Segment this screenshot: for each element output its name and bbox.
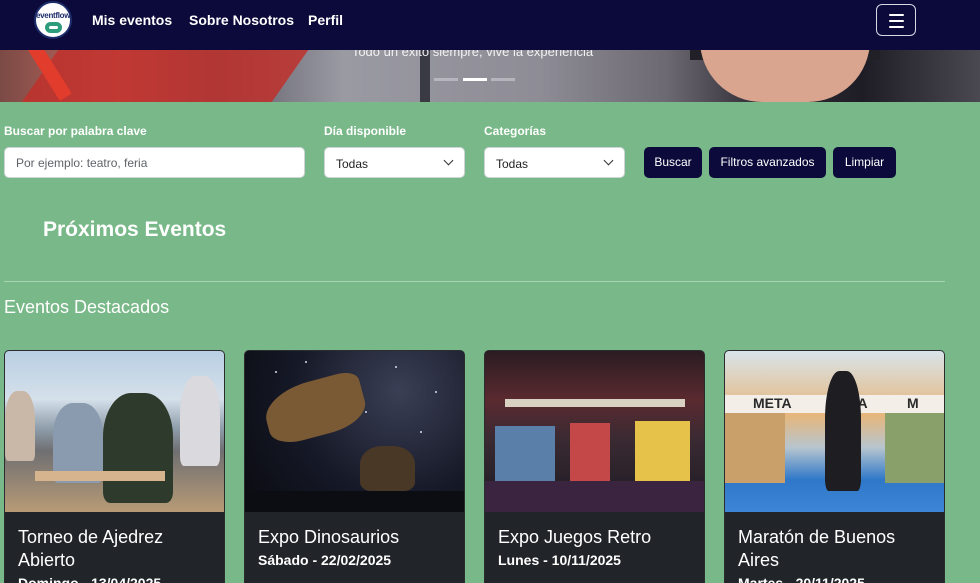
- clear-button[interactable]: Limpiar: [833, 147, 896, 178]
- eventflow-logo[interactable]: eventflow: [34, 1, 72, 39]
- category-label: Categorías: [484, 124, 547, 138]
- hamburger-icon-bar: [889, 20, 904, 22]
- upcoming-events-title: Próximos Eventos: [43, 218, 227, 241]
- event-title: Expo Juegos Retro: [498, 527, 652, 547]
- hero-caption: Todo un éxito siempre, vive la experienc…: [351, 50, 594, 59]
- search-button[interactable]: Buscar: [644, 147, 702, 178]
- keyword-search-input[interactable]: [4, 147, 305, 178]
- nav-link-perfil[interactable]: Perfil: [308, 12, 343, 28]
- event-date: Lunes - 10/11/2025: [498, 552, 621, 568]
- logo-text: eventflow: [36, 11, 71, 20]
- carousel-indicator-2[interactable]: [463, 78, 487, 81]
- carousel-indicator-1[interactable]: [434, 78, 458, 81]
- carousel-indicator-3[interactable]: [491, 78, 515, 81]
- chevron-down-icon: [443, 155, 454, 166]
- day-select-value: Todas: [336, 157, 369, 171]
- category-select[interactable]: Todas: [484, 147, 625, 178]
- menu-toggle-button[interactable]: [876, 4, 916, 36]
- event-image-chess: [5, 351, 224, 512]
- featured-events-title: Eventos Destacados: [4, 297, 170, 317]
- logo-mark-icon: [45, 22, 62, 33]
- event-date: Martes - 20/11/2025: [738, 575, 865, 583]
- event-title: Torneo de Ajedrez Abierto: [18, 527, 164, 570]
- category-select-value: Todas: [496, 157, 529, 171]
- banner-text: META: [753, 395, 792, 411]
- event-card[interactable]: META META M Maratón de Buenos Aires Mart…: [724, 350, 945, 583]
- advanced-filters-button[interactable]: Filtros avanzados: [709, 147, 826, 178]
- section-divider: [4, 281, 945, 282]
- keyword-label: Buscar por palabra clave: [4, 124, 147, 138]
- event-card[interactable]: Expo Juegos Retro Lunes - 10/11/2025: [484, 350, 705, 583]
- hamburger-icon: [889, 14, 904, 16]
- chevron-down-icon: [603, 155, 614, 166]
- event-date: Domingo - 13/04/2025: [18, 575, 162, 583]
- nav-link-mis-eventos[interactable]: Mis eventos: [92, 12, 172, 28]
- event-image-arcade: [485, 351, 704, 512]
- hamburger-icon-bar: [889, 26, 904, 28]
- banner-text: M: [907, 395, 919, 411]
- navbar: eventflow Mis eventos Sobre Nosotros Per…: [0, 0, 980, 50]
- event-title: Expo Dinosaurios: [258, 527, 400, 547]
- event-image-dinosaurs: [245, 351, 464, 512]
- day-label: Día disponible: [324, 124, 407, 138]
- event-card[interactable]: Torneo de Ajedrez Abierto Domingo - 13/0…: [4, 350, 225, 583]
- event-title: Maratón de Buenos Aires: [738, 527, 896, 570]
- hero-carousel[interactable]: Todo un éxito siempre, vive la experienc…: [0, 50, 980, 102]
- nav-link-sobre-nosotros[interactable]: Sobre Nosotros: [189, 12, 294, 28]
- event-card[interactable]: Expo Dinosaurios Sábado - 22/02/2025: [244, 350, 465, 583]
- day-select[interactable]: Todas: [324, 147, 465, 178]
- event-image-marathon: META META M: [725, 351, 944, 512]
- event-date: Sábado - 22/02/2025: [258, 552, 392, 568]
